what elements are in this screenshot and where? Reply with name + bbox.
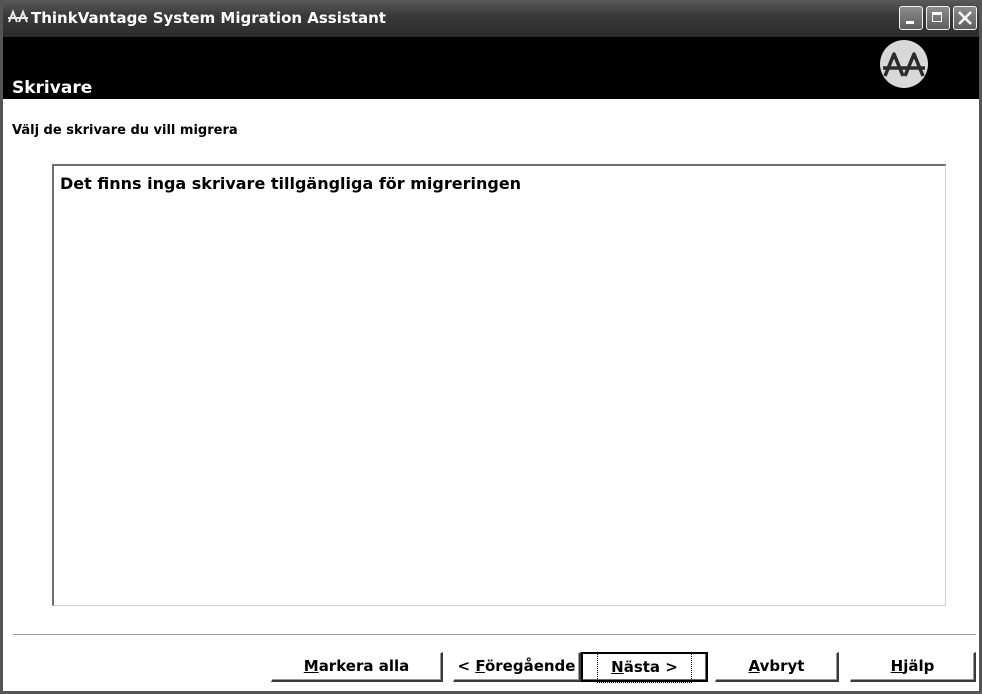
page-header: Skrivare — [3, 37, 979, 99]
minimize-button[interactable] — [899, 6, 923, 30]
thinkvantage-logo-icon — [880, 40, 928, 88]
close-button[interactable] — [953, 6, 977, 30]
next-button[interactable]: Nästa > — [581, 652, 708, 683]
window-title: ThinkVantage System Migration Assistant — [31, 9, 386, 27]
back-prefix: < — [457, 657, 476, 675]
select-all-label: arkera alla — [318, 657, 410, 675]
instruction-label: Välj de skrivare du vill migrera — [12, 123, 238, 138]
close-icon — [954, 7, 976, 29]
help-label: jälp — [903, 657, 935, 675]
title-bar[interactable]: ThinkVantage System Migration Assistant — [3, 0, 979, 37]
next-label: ästa > — [623, 658, 678, 676]
select-all-button[interactable]: Markera alla — [271, 652, 443, 682]
app-icon — [7, 8, 29, 28]
maximize-icon — [932, 12, 942, 22]
button-separator — [13, 634, 976, 636]
back-mnemonic: F — [475, 657, 485, 675]
select-all-mnemonic: M — [303, 657, 319, 675]
help-mnemonic: H — [890, 657, 904, 675]
cancel-mnemonic: A — [748, 657, 760, 675]
next-focus-rect: Nästa > — [597, 652, 692, 683]
printer-list[interactable]: Det finns inga skrivare tillgängliga för… — [52, 164, 946, 606]
app-window: ThinkVantage System Migration Assistant … — [0, 0, 982, 694]
minimize-icon — [906, 21, 914, 24]
maximize-button[interactable] — [926, 6, 950, 30]
back-label: öregående — [484, 657, 576, 675]
cancel-button[interactable]: Avbryt — [715, 652, 839, 682]
empty-list-message: Det finns inga skrivare tillgängliga för… — [60, 174, 522, 193]
page-title: Skrivare — [12, 78, 93, 98]
back-button[interactable]: < Föregående — [453, 652, 581, 682]
help-button[interactable]: Hjälp — [850, 652, 976, 682]
cancel-label: vbryt — [759, 657, 805, 675]
next-mnemonic: N — [611, 658, 624, 676]
